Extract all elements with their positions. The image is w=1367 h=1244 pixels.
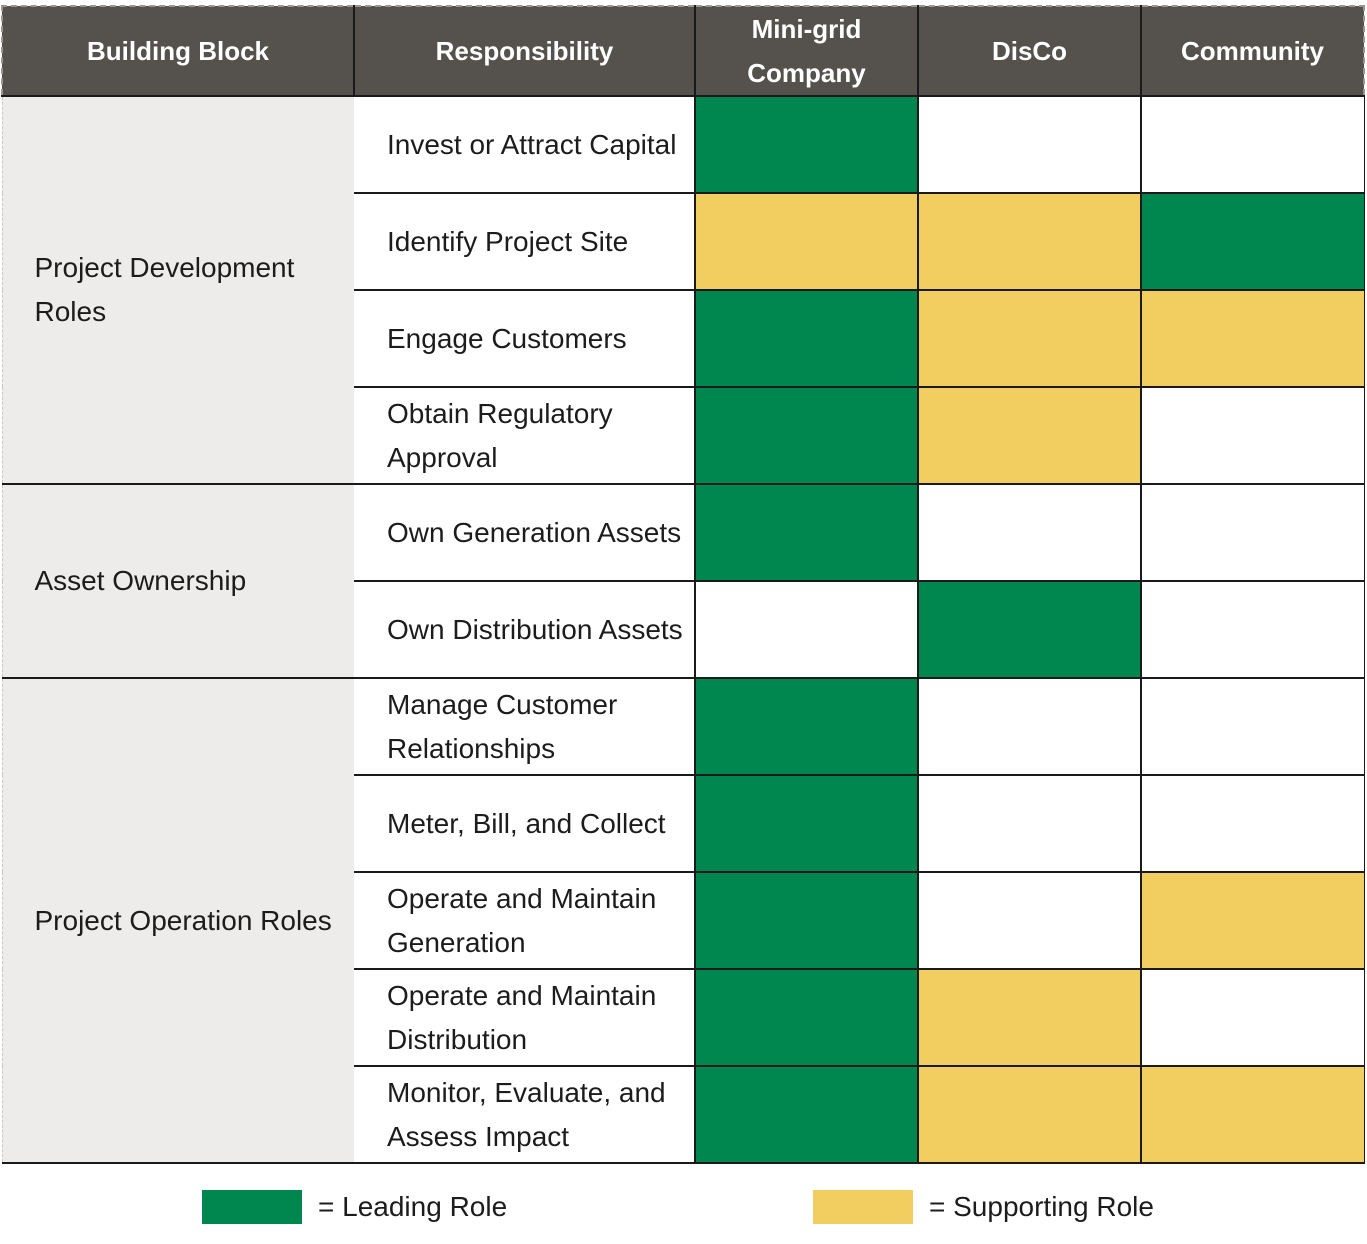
community-role-cell [1140, 581, 1365, 679]
legend-leading: = Leading Role [202, 1190, 507, 1224]
disco-role-cell [917, 484, 1141, 582]
community-role-cell [1140, 290, 1365, 388]
legend-supporting: = Supporting Role [813, 1190, 1154, 1224]
responsibility-cell: Operate and Maintain Distribution [354, 969, 695, 1067]
community-role-cell [1140, 387, 1365, 485]
community-role-cell [1140, 96, 1365, 194]
leading-legend-label: = Leading Role [318, 1191, 508, 1222]
responsibility-cell: Own Generation Assets [354, 484, 695, 582]
mini-grid-company-role-cell [694, 969, 918, 1067]
disco-role-cell [917, 775, 1141, 873]
disco-role-cell [917, 581, 1141, 679]
mini-grid-company-role-cell [694, 387, 918, 485]
mini-grid-company-role-cell [694, 193, 918, 291]
community-role-cell [1140, 678, 1365, 776]
table-body: Project Development Roles Invest or Attra… [1, 96, 1365, 1164]
building-block-cell: Asset Ownership [1, 484, 354, 679]
table-row: Asset Ownership Own Generation Assets [1, 484, 1365, 679]
responsibility-cell: Obtain Regulatory Approval [354, 387, 695, 485]
responsibility-cell: Identify Project Site [354, 193, 695, 291]
disco-role-cell [917, 678, 1141, 776]
roles-table: Building Block Responsibility Mini-grid … [1, 5, 1365, 1164]
mini-grid-company-role-cell [694, 484, 918, 582]
responsibility-cell: Manage Customer Relationships [354, 678, 695, 776]
mini-grid-company-role-cell [694, 872, 918, 970]
mini-grid-company-role-cell [694, 96, 918, 194]
header-community: Community [1140, 5, 1365, 97]
disco-role-cell [917, 387, 1141, 485]
responsibility-cell: Own Distribution Assets [354, 581, 695, 679]
leading-swatch [202, 1190, 302, 1224]
disco-role-cell [917, 96, 1141, 194]
community-role-cell [1140, 1066, 1365, 1164]
community-role-cell [1140, 484, 1365, 582]
header-responsibility: Responsibility [353, 5, 696, 97]
header-row: Building Block Responsibility Mini-grid … [1, 5, 1365, 97]
mini-grid-company-role-cell [694, 1066, 918, 1164]
community-role-cell [1140, 969, 1365, 1067]
disco-role-cell [917, 872, 1141, 970]
disco-role-cell [917, 1066, 1141, 1164]
community-role-cell [1140, 775, 1365, 873]
header-building-block: Building Block [1, 5, 355, 97]
supporting-swatch [813, 1190, 913, 1224]
disco-role-cell [917, 969, 1141, 1067]
table-row: Project Operation Roles Manage Customer R… [1, 678, 1365, 1164]
responsibility-cell: Operate and Maintain Generation [354, 872, 695, 970]
mini-grid-company-role-cell [694, 775, 918, 873]
mini-grid-company-role-cell [694, 581, 918, 679]
community-role-cell [1140, 193, 1365, 291]
header-disco: DisCo [917, 5, 1142, 97]
disco-role-cell [917, 193, 1141, 291]
responsibility-cell: Engage Customers [354, 290, 695, 388]
supporting-legend-label: = Supporting Role [929, 1191, 1154, 1222]
table-row: Project Development Roles Invest or Attra… [1, 96, 1365, 485]
community-role-cell [1140, 872, 1365, 970]
responsibility-cell: Monitor, Evaluate, and Assess Impact [354, 1066, 695, 1164]
disco-role-cell [917, 290, 1141, 388]
responsibility-cell: Invest or Attract Capital [354, 96, 695, 194]
responsibility-cell: Meter, Bill, and Collect [354, 775, 695, 873]
mini-grid-company-role-cell [694, 290, 918, 388]
building-block-cell: Project Operation Roles [1, 678, 354, 1164]
building-block-cell: Project Development Roles [1, 96, 354, 485]
mini-grid-company-role-cell [694, 678, 918, 776]
header-mini-grid-company: Mini-grid Company [694, 5, 919, 97]
